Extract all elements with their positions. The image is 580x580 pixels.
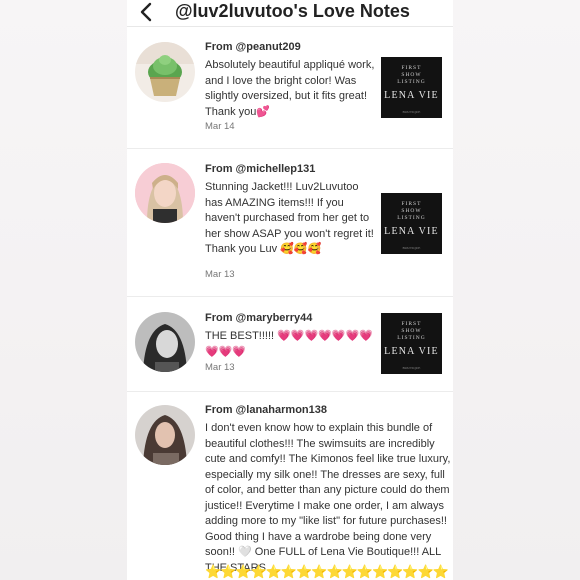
thumbnail-subtitle: BOUTIQUE bbox=[402, 110, 421, 114]
love-notes-screen: @luv2luvutoo's Love Notes From @peanut20… bbox=[127, 0, 453, 580]
note-author[interactable]: From @michellep131 bbox=[205, 163, 315, 175]
page-title: @luv2luvutoo's Love Notes bbox=[175, 1, 410, 21]
love-note: From @lanaharmon138 I don't even know ho… bbox=[127, 392, 453, 580]
note-text: Stunning Jacket!!! Luv2Luvutoo has AMAZI… bbox=[205, 181, 374, 255]
note-text: I don't even know how to explain this bu… bbox=[205, 422, 451, 574]
thumbnail-caption: FIRST SHOW LISTING bbox=[397, 321, 426, 341]
note-text: Absolutely beautiful appliqué work, and … bbox=[205, 59, 375, 118]
avatar[interactable] bbox=[135, 312, 195, 372]
listing-thumbnail[interactable]: FIRST SHOW LISTING LENA VIE BOUTIQUE bbox=[381, 193, 442, 254]
avatar[interactable] bbox=[135, 163, 195, 223]
chevron-left-icon bbox=[140, 2, 152, 22]
note-date: Mar 14 bbox=[205, 121, 235, 132]
thumbnail-brand: LENA VIE bbox=[384, 346, 439, 357]
thumbnail-subtitle: BOUTIQUE bbox=[402, 246, 421, 250]
left-backdrop bbox=[0, 0, 127, 580]
thumbnail-subtitle: BOUTIQUE bbox=[402, 366, 421, 370]
right-backdrop bbox=[453, 0, 580, 580]
avatar[interactable] bbox=[135, 42, 195, 102]
love-note: From @michellep131 Stunning Jacket!!! Lu… bbox=[127, 149, 453, 297]
avatar[interactable] bbox=[135, 405, 195, 465]
note-date: Mar 13 bbox=[205, 362, 235, 373]
thumbnail-caption: FIRST SHOW LISTING bbox=[397, 201, 426, 221]
thumbnail-caption: FIRST SHOW LISTING bbox=[397, 65, 426, 85]
rating-stars: ⭐⭐⭐⭐⭐⭐⭐⭐⭐⭐⭐⭐⭐⭐⭐⭐ bbox=[205, 564, 449, 579]
love-note: From @peanut209 Absolutely beautiful app… bbox=[127, 27, 453, 149]
header: @luv2luvutoo's Love Notes bbox=[127, 0, 453, 27]
back-button[interactable] bbox=[135, 1, 157, 23]
listing-thumbnail[interactable]: FIRST SHOW LISTING LENA VIE BOUTIQUE bbox=[381, 313, 442, 374]
note-author[interactable]: From @peanut209 bbox=[205, 41, 301, 53]
note-date: Mar 13 bbox=[205, 269, 235, 280]
note-author[interactable]: From @maryberry44 bbox=[205, 312, 312, 324]
thumbnail-brand: LENA VIE bbox=[384, 90, 439, 101]
divider bbox=[127, 296, 453, 297]
listing-thumbnail[interactable]: FIRST SHOW LISTING LENA VIE BOUTIQUE bbox=[381, 57, 442, 118]
thumbnail-brand: LENA VIE bbox=[384, 226, 439, 237]
note-text: THE BEST!!!!! 💗💗💗💗💗💗💗💗💗💗 bbox=[205, 330, 373, 358]
love-note: From @maryberry44 THE BEST!!!!! 💗💗💗💗💗💗💗💗… bbox=[127, 298, 453, 392]
note-author[interactable]: From @lanaharmon138 bbox=[205, 404, 327, 416]
